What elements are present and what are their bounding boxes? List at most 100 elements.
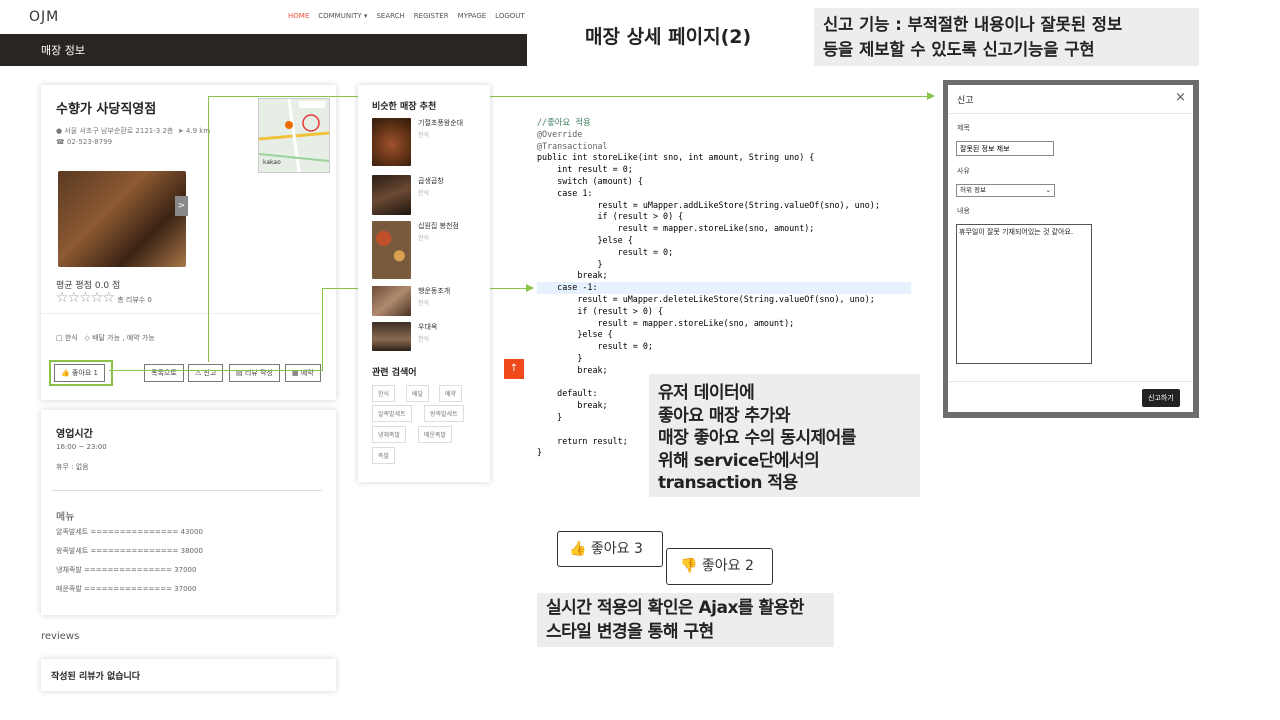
similar-store-thumb[interactable] xyxy=(372,286,411,316)
chevron-down-icon: ⌄ xyxy=(1045,186,1051,194)
thumbs-up-icon: 👍 xyxy=(61,369,70,377)
search-tag[interactable]: 예약 xyxy=(439,385,463,402)
search-tag[interactable]: 알족발세트 xyxy=(372,405,412,422)
arrow-up-icon: ↑ xyxy=(509,363,519,374)
report-button[interactable]: ⚠ 신고 xyxy=(188,364,224,382)
report-feature-note: 신고 기능 : 부적절한 내용이나 잘못된 정보 등을 제보할 수 있도록 신고… xyxy=(814,8,1199,66)
store-name: 수향가 사당직영점 xyxy=(56,102,157,117)
site-logo[interactable]: OJM xyxy=(29,9,59,25)
like-button-inactive[interactable]: 👎 좋아요 2 xyxy=(666,548,773,585)
arrow-head-icon xyxy=(526,284,534,292)
connector-line xyxy=(208,96,209,362)
hours-value: 16:00 ~ 23:00 xyxy=(56,443,107,451)
content-label: 내용 xyxy=(957,207,970,215)
banner-title: 매장 정보 xyxy=(41,44,85,57)
menu-title: 메뉴 xyxy=(56,512,75,523)
similar-store-thumb[interactable] xyxy=(372,322,411,351)
code-line: result = uMapper.deleteLikeStore(String.… xyxy=(537,293,875,304)
nav-register[interactable]: REGISTER xyxy=(414,12,449,20)
like-button-active[interactable]: 👍 좋아요 3 xyxy=(557,531,663,567)
code-line: case -1: xyxy=(537,282,911,294)
code-line: public int storeLike(int sno, int amount… xyxy=(537,152,815,163)
divider xyxy=(948,113,1193,114)
slide-title: 매장 상세 페이지(2) xyxy=(585,26,752,48)
hours-title: 영업시간 xyxy=(56,429,93,440)
nav-community[interactable]: COMMUNITY ▾ xyxy=(318,12,367,20)
code-line: if (result > 0) { xyxy=(537,211,684,222)
folder-icon: □ xyxy=(56,334,63,342)
nav-mypage[interactable]: MYPAGE xyxy=(458,12,487,20)
no-reviews-text: 작성된 리뷰가 없습니다 xyxy=(51,672,141,682)
person-icon: ● xyxy=(56,127,63,135)
ajax-note: 실시간 적용의 확인은 Ajax를 활용한 스타일 변경을 통해 구현 xyxy=(537,593,834,647)
menu-item: 왕족발세트 =============== 38000 xyxy=(56,547,203,555)
store-map[interactable]: kakao xyxy=(258,98,330,173)
menu-item: 알족발세트 =============== 43000 xyxy=(56,528,203,536)
similar-title: 비슷한 매장 추천 xyxy=(372,102,437,112)
search-tag[interactable]: 왕족발세트 xyxy=(424,405,464,422)
store-address: ● 서울 서초구 남부순환로 2121-3 2층 ➤ 4.9 km xyxy=(56,127,211,135)
holiday-value: 휴무 : 없음 xyxy=(56,463,89,471)
code-line: result = uMapper.addLikeStore(String.val… xyxy=(537,199,880,210)
search-tag[interactable]: 족발 xyxy=(372,447,396,464)
report-content-textarea[interactable]: 휴무일이 잘못 기재되어있는 것 같아요. xyxy=(956,224,1092,364)
connector-line xyxy=(109,370,322,371)
code-line: result = 0; xyxy=(537,341,653,352)
reason-select[interactable]: 허위 정보 ⌄ xyxy=(956,184,1055,197)
scroll-top-button[interactable]: ↑ xyxy=(504,359,524,379)
divider xyxy=(52,490,322,491)
similar-store-name[interactable]: 기절초풍왕순대 xyxy=(418,118,463,128)
thumbs-up-outline-icon: 👎 xyxy=(680,558,698,574)
search-tag[interactable]: 배달 xyxy=(406,385,430,402)
similar-store-name[interactable]: 우대옥 xyxy=(418,322,437,332)
similar-store-category: 한식 xyxy=(418,336,430,343)
menu-item: 매운족발 =============== 37000 xyxy=(56,585,197,593)
code-line: result = 0; xyxy=(537,246,674,257)
direction-icon: ➤ xyxy=(177,127,184,135)
nav-logout[interactable]: LOGOUT xyxy=(495,12,525,20)
similar-store-thumb[interactable] xyxy=(372,221,411,279)
nav-home[interactable]: HOME xyxy=(288,12,309,20)
code-line: result = mapper.storeLike(sno, amount); xyxy=(537,317,795,328)
star-icon: ☆☆☆☆☆ xyxy=(56,290,115,306)
main-nav: HOME COMMUNITY ▾ SEARCH REGISTER MYPAGE … xyxy=(288,12,525,20)
tag-icon: ◇ xyxy=(84,334,90,342)
similar-store-category: 한식 xyxy=(418,235,430,242)
code-line: break; xyxy=(537,364,608,375)
search-tag[interactable]: 냉채족발 xyxy=(372,426,407,443)
similar-store-thumb[interactable] xyxy=(372,118,411,166)
store-phone: ☎ 02-523-8799 xyxy=(56,138,113,146)
code-line: result = mapper.storeLike(sno, amount); xyxy=(537,223,815,234)
like-button[interactable]: 👍 좋아요 1 xyxy=(54,364,105,382)
modal-title: 신고 xyxy=(957,96,974,106)
close-icon[interactable]: × xyxy=(1175,90,1186,105)
code-line: break; xyxy=(537,270,608,281)
write-review-button[interactable]: ▤ 리뷰 작성 xyxy=(229,364,280,382)
search-tag[interactable]: 한식 xyxy=(372,385,396,402)
similar-store-name[interactable]: 십원집 봉천점 xyxy=(418,221,459,231)
similar-store-name[interactable]: 행운동조개 xyxy=(418,286,450,296)
reason-label: 사유 xyxy=(957,167,970,175)
divider xyxy=(40,313,322,314)
code-line: } xyxy=(537,447,543,458)
similar-store-category: 한식 xyxy=(418,190,430,197)
back-to-list-button[interactable]: 목록으로 xyxy=(144,364,184,382)
reserve-button[interactable]: ▦ 예약 xyxy=(285,364,321,382)
next-photo-button[interactable]: > xyxy=(175,196,188,216)
reviews-title: reviews xyxy=(41,631,80,642)
code-line: } xyxy=(537,352,583,363)
report-title-input[interactable] xyxy=(956,141,1054,156)
search-tag[interactable]: 매운족발 xyxy=(418,426,453,443)
similar-store-name[interactable]: 곱생곱창 xyxy=(418,176,444,186)
nav-search[interactable]: SEARCH xyxy=(376,12,404,20)
menu-item: 냉채족발 =============== 37000 xyxy=(56,566,197,574)
similar-store-category: 한식 xyxy=(418,132,430,139)
arrow-head-icon xyxy=(927,92,935,100)
code-line: int result = 0; xyxy=(537,164,633,175)
submit-report-button[interactable]: 신고하기 xyxy=(1142,389,1180,407)
code-line: }else { xyxy=(537,329,613,340)
similar-store-thumb[interactable] xyxy=(372,175,411,215)
title-label: 제목 xyxy=(957,124,970,132)
phone-icon: ☎ xyxy=(56,138,65,146)
code-line: } xyxy=(537,258,603,269)
